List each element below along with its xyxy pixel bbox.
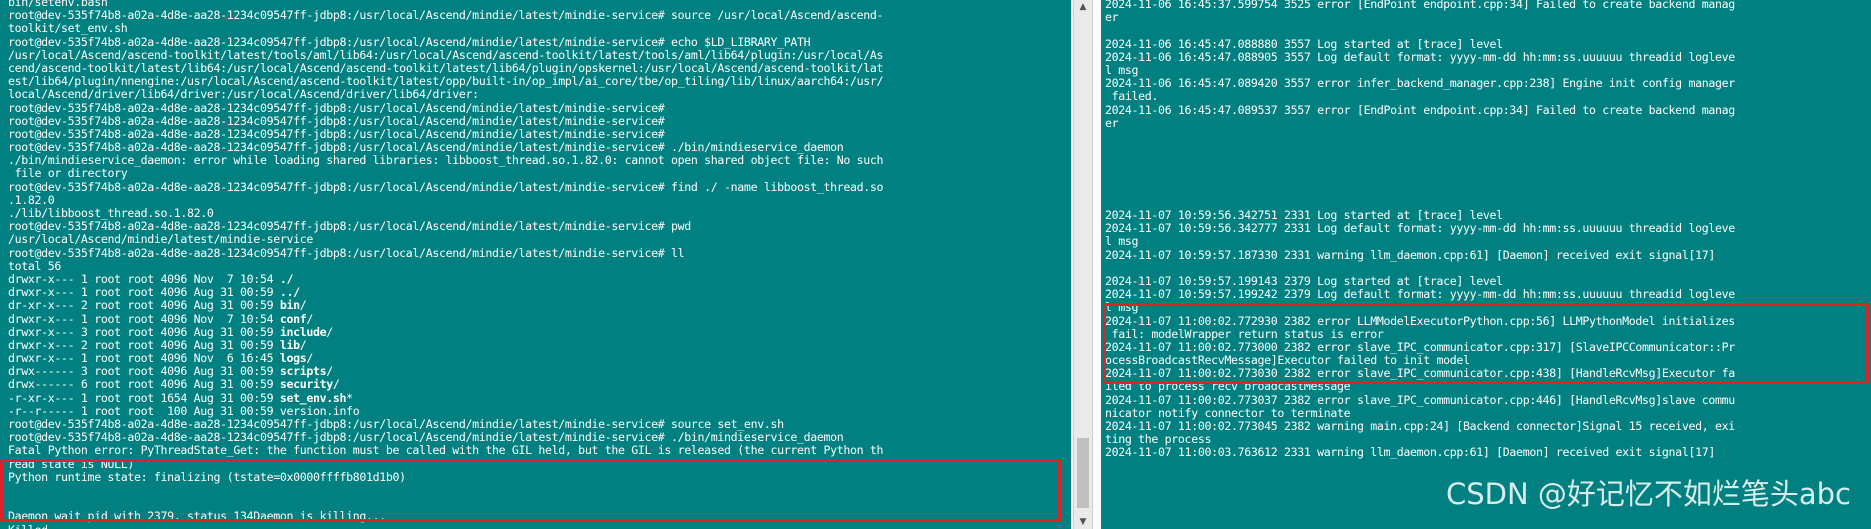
terminal-line-text: -r-xr-x--- 1 root root 1654 Aug 31 00:59 [8, 390, 280, 405]
terminal-line-text: /usr/local/Ascend/mindie/latest/mindie-s… [8, 232, 313, 247]
dir-entry-name: logs [279, 351, 307, 366]
scroll-up-arrow-icon[interactable]: ▲ [1074, 0, 1092, 14]
dir-entry-name: scripts [279, 364, 327, 379]
terminal-line-text: root@dev-535f74b8-a02a-4d8e-aa28-1234c09… [8, 417, 784, 431]
terminal-line: ./bin/mindieservice_daemon: error while … [8, 154, 1071, 167]
dir-entry-suffix: / [326, 364, 333, 379]
terminal-line-text: ./lib/libboost_thread.so.1.82.0 [8, 206, 214, 220]
terminal-line-text: local/Ascend/driver/lib64/driver:/usr/lo… [8, 87, 479, 102]
log-line: 2024-11-06 16:45:47.089537 3557 error [E… [1105, 102, 1735, 117]
terminal-line-text: est/lib64/plugin/nnengine:/usr/local/Asc… [8, 74, 884, 89]
terminal-line-text: root@dev-535f74b8-a02a-4d8e-aa28-1234c09… [8, 430, 844, 445]
watermark: CSDN @好记忆不如烂笔头abc [1445, 477, 1851, 511]
terminal-line-text: drwxr-x--- 2 root root 4096 Aug 31 00:59 [8, 337, 280, 352]
terminal-line: root@dev-535f74b8-a02a-4d8e-aa28-1234c09… [8, 9, 1071, 22]
log-line: 2024-11-06 16:45:47.088905 3557 Log defa… [1105, 49, 1735, 64]
log-line: 2024-11-06 16:45:37.599754 3525 error [E… [1105, 0, 1735, 11]
terminal-line-text: file or directory [8, 166, 128, 181]
log-line: 2024-11-07 11:00:02.773045 2382 warning … [1105, 419, 1735, 433]
dir-entry-suffix: / [306, 311, 314, 326]
terminal-line-text: root@dev-535f74b8-a02a-4d8e-aa28-1234c09… [8, 100, 665, 115]
terminal-line-text: root@dev-535f74b8-a02a-4d8e-aa28-1234c09… [8, 126, 665, 141]
log-line: 2024-11-06 16:45:47.089420 3557 error in… [1105, 76, 1735, 91]
dir-entry-name: security [279, 377, 333, 392]
terminal-line-text: toolkit/set_env.sh [8, 21, 128, 36]
terminal-line-text: root@dev-535f74b8-a02a-4d8e-aa28-1234c09… [8, 8, 884, 23]
terminal-line-text: root@dev-535f74b8-a02a-4d8e-aa28-1234c09… [8, 113, 665, 128]
terminal-line: root@dev-535f74b8-a02a-4d8e-aa28-1234c09… [8, 245, 1071, 260]
log-line: 2024-11-07 10:59:56.342777 2331 Log defa… [1105, 221, 1735, 236]
log-line: 2024-11-07 11:00:03.763612 2331 warning … [1105, 445, 1715, 460]
terminal-line-text: root@dev-535f74b8-a02a-4d8e-aa28-1234c09… [8, 140, 844, 155]
terminal-line-text: root@dev-535f74b8-a02a-4d8e-aa28-1234c09… [8, 179, 884, 194]
terminal-line-text: drwx------ 6 root root 4096 Aug 31 00:59 [8, 377, 280, 392]
scroll-down-arrow-icon[interactable]: ▼ [1074, 515, 1092, 529]
terminal-line-text: drwxr-x--- 1 root root 4096 Nov 7 10:54 [8, 311, 280, 326]
highlight-box-log-errors [1103, 303, 1869, 384]
dir-entry-suffix: / [306, 351, 314, 366]
terminal-line-text: drwxr-x--- 1 root root 4096 Nov 6 16:45 [8, 351, 280, 366]
left-scroll-thumb[interactable] [1077, 438, 1089, 508]
terminal-line-text: Killed [8, 523, 48, 529]
log-line: 2024-11-07 10:59:57.187330 2331 warning … [1105, 247, 1715, 262]
dir-entry-name: ../ [279, 285, 300, 300]
terminal-line-text: total 56 [8, 258, 62, 273]
dir-entry-suffix: / [332, 377, 340, 392]
dir-entry-suffix: / [299, 298, 307, 313]
log-line: l msg [1105, 234, 1139, 249]
dir-entry-suffix: / [326, 324, 333, 339]
log-line: 2024-11-07 10:59:57.199242 2379 Log defa… [1105, 287, 1735, 302]
dir-entry-name: bin [279, 298, 300, 313]
terminal-line-text: Fatal Python error: PyThreadState_Get: t… [8, 443, 884, 458]
terminal-line: root@dev-535f74b8-a02a-4d8e-aa28-1234c09… [8, 179, 1071, 194]
log-line: 2024-11-07 11:00:02.773037 2382 error sl… [1105, 392, 1735, 407]
terminal-line-text: dr-xr-x--- 2 root root 4096 Aug 31 00:59 [8, 298, 280, 313]
dir-entry-name: ./ [279, 271, 294, 286]
right-log-output[interactable]: 2024-11-06 16:45:37.599754 3525 error [E… [1101, 0, 1871, 460]
terminal-line: Fatal Python error: PyThreadState_Get: t… [8, 444, 1071, 457]
highlight-box-fatal-error [0, 459, 1061, 522]
left-terminal-scrollbar[interactable]: ▲ ▼ [1073, 0, 1093, 529]
terminal-line-text: root@dev-535f74b8-a02a-4d8e-aa28-1234c09… [8, 219, 691, 234]
log-line: er [1105, 10, 1119, 25]
log-line: failed. [1105, 89, 1159, 104]
dir-entry-name: include [279, 324, 327, 339]
terminal-line-text: drwxr-x--- 3 root root 4096 Aug 31 00:59 [8, 324, 280, 339]
dir-entry-suffix: / [299, 337, 307, 352]
left-terminal-pane[interactable]: bin/setenv.bash root@dev-535f74b8-a02a-4d… [0, 0, 1071, 529]
dir-entry-suffix: * [346, 390, 353, 405]
right-log-pane[interactable]: 2024-11-06 16:45:37.599754 3525 error [E… [1101, 0, 1871, 529]
terminal-line-text: -r--r----- 1 root root 100 Aug 31 00:59 … [8, 403, 360, 418]
log-line: er [1105, 115, 1119, 130]
pane-divider[interactable] [1093, 0, 1101, 529]
terminal-line-text: cend/ascend-toolkit/latest/lib64:/usr/lo… [8, 60, 884, 75]
terminal-line-text: root@dev-535f74b8-a02a-4d8e-aa28-1234c09… [8, 34, 811, 49]
left-terminal-output[interactable]: bin/setenv.bash root@dev-535f74b8-a02a-4d… [0, 0, 1071, 529]
dir-entry-name: conf [279, 311, 307, 326]
dir-entry-name: set_env.sh [279, 390, 347, 405]
terminal-line-text: ./bin/mindieservice_daemon: error while … [8, 153, 884, 168]
terminal-line-text: drwxr-x--- 1 root root 4096 Nov 7 10:54 [8, 271, 280, 286]
terminal-line: Killed [8, 523, 1071, 529]
terminal-line-text: root@dev-535f74b8-a02a-4d8e-aa28-1234c09… [8, 245, 685, 260]
dir-entry-name: lib [279, 337, 300, 352]
terminal-line-text: drwxr-x--- 1 root root 4096 Aug 31 00:59 [8, 285, 280, 300]
log-line: 2024-11-06 16:45:47.088880 3557 Log star… [1105, 36, 1503, 51]
terminal-line-text: /usr/local/Ascend/ascend-toolkit/latest/… [8, 47, 884, 62]
terminal-line-text: drwx------ 3 root root 4096 Aug 31 00:59 [8, 364, 280, 379]
terminal-line-text: .1.82.0 [8, 192, 55, 207]
